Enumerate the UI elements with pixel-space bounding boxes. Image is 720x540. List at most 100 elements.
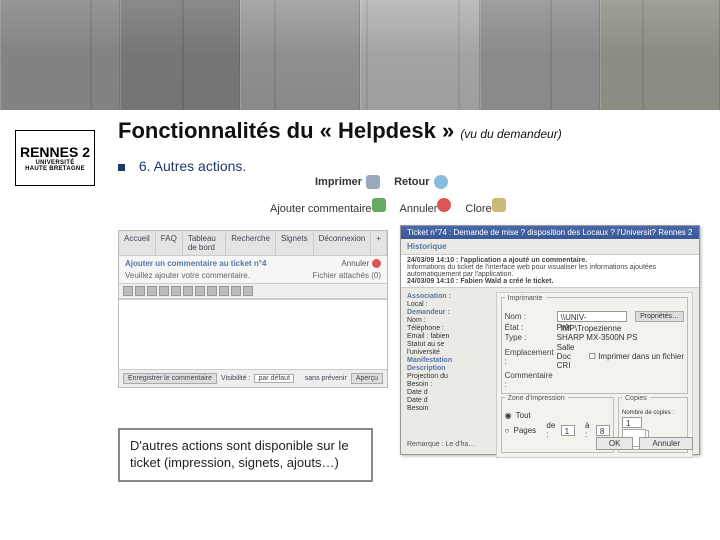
dialog-title: Ticket n°74 : Demande de mise ? disposit… xyxy=(401,226,699,239)
cancel-label: Annuler xyxy=(400,203,438,215)
tool-icon[interactable] xyxy=(159,286,169,296)
visibility-select[interactable]: par défaut xyxy=(254,374,294,383)
li-besoin: Besoin : xyxy=(407,380,490,388)
editor-heading: Ajouter un commentaire au ticket n°4 xyxy=(125,259,266,268)
cancel-icon xyxy=(372,259,381,268)
banner-photo xyxy=(120,0,240,110)
title-main: Fonctionnalités du « Helpdesk » xyxy=(118,118,454,143)
tab-dashboard[interactable]: Tableau de bord xyxy=(183,231,226,255)
dialog-body: Association : Local : Demandeur : Nom : … xyxy=(401,288,699,462)
back-label: Retour xyxy=(394,176,429,188)
visibility-label: Visibilité : xyxy=(221,375,250,382)
preview-button[interactable]: Aperçu xyxy=(351,373,383,384)
print-icon xyxy=(366,175,380,189)
tool-icon[interactable] xyxy=(219,286,229,296)
tool-icon[interactable] xyxy=(147,286,157,296)
copies-label: Nombre de copies : xyxy=(622,410,684,416)
li-proj: Projection du xyxy=(407,372,490,380)
tool-icon[interactable] xyxy=(195,286,205,296)
tab-faq[interactable]: FAQ xyxy=(156,231,183,255)
tab-search[interactable]: Recherche xyxy=(226,231,276,255)
li-local: Local : xyxy=(407,300,490,308)
actions-mid: Ajouter commentaire Annuler Clore xyxy=(270,198,506,215)
logo-line2: 2 xyxy=(82,144,90,160)
radio-pages[interactable]: ○ Pages de :1 à :8 xyxy=(505,421,610,439)
actions-top: Imprimer Retour xyxy=(315,175,448,189)
plus-icon xyxy=(372,198,386,212)
tool-icon[interactable] xyxy=(123,286,133,296)
page-from-input[interactable]: 1 xyxy=(561,425,575,436)
dialog-log: 24/03/09 14:10 : l'application a ajouté … xyxy=(401,255,699,288)
ticket-details: Association : Local : Demandeur : Nom : … xyxy=(407,292,490,458)
close-action[interactable]: Clore xyxy=(465,198,505,215)
banner-photo xyxy=(240,0,360,110)
logo-line1: RENNES xyxy=(20,144,78,160)
emp-value: Salle Doc CRI xyxy=(557,343,581,370)
cancel-action[interactable]: Annuler xyxy=(400,198,452,215)
emp-label: Emplacement : xyxy=(505,348,553,366)
printer-select[interactable]: \\UNIV-IMP\Tropezienne xyxy=(557,311,627,322)
radio-all[interactable]: ◉ Tout xyxy=(505,411,610,420)
etat-label: État : xyxy=(505,323,553,332)
print-panel: Imprimante Nom :\\UNIV-IMP\TropeziennePr… xyxy=(496,292,693,458)
slide-title: Fonctionnalités du « Helpdesk » (vu du d… xyxy=(118,118,710,144)
sec-manif: Manifestation xyxy=(407,356,490,364)
print-dialog: Ticket n°74 : Demande de mise ? disposit… xyxy=(400,225,700,455)
editor-prompt: Veuillez ajouter votre commentaire. xyxy=(125,271,250,280)
save-comment-button[interactable]: Enregistrer le commentaire xyxy=(123,373,217,384)
log-line-1b: Informations du ticket de l'interface we… xyxy=(407,264,693,278)
banner-photo xyxy=(480,0,600,110)
copies-input[interactable]: 1 xyxy=(622,417,642,428)
content: Fonctionnalités du « Helpdesk » (vu du d… xyxy=(118,118,710,174)
log-line-1: 24/03/09 14:10 : l'application a ajouté … xyxy=(407,257,587,264)
li-date1: Date d xyxy=(407,388,490,396)
back-action[interactable]: Retour xyxy=(394,175,447,189)
logo-rennes2: RENNES 2 UNIVERSITÉ HAUTE BRETAGNE xyxy=(15,130,95,186)
li-besoin2: Besoin xyxy=(407,404,490,412)
tab-plus[interactable]: + xyxy=(371,231,387,255)
page-to-input[interactable]: 8 xyxy=(596,425,610,436)
back-icon xyxy=(434,175,448,189)
comment-editor: Accueil FAQ Tableau de bord Recherche Si… xyxy=(118,230,388,388)
editor-cancel[interactable]: Annuler xyxy=(341,259,381,268)
tab-logout[interactable]: Déconnexion xyxy=(314,231,372,255)
log-line-2: 24/03/09 14:10 : Fabien Wald a créé le t… xyxy=(407,278,553,285)
sec-desc: Description xyxy=(407,364,490,372)
tab-accueil[interactable]: Accueil xyxy=(119,231,156,255)
li-tel: Téléphone : xyxy=(407,324,490,332)
li-date2: Date d xyxy=(407,396,490,404)
li-univ: l'université xyxy=(407,348,490,356)
banner-photo xyxy=(600,0,720,110)
tool-icon[interactable] xyxy=(231,286,241,296)
editor-toolbar xyxy=(119,283,387,299)
zone-title: Zone d'impression xyxy=(505,395,568,402)
printer-group-title: Imprimante xyxy=(505,295,546,302)
tool-icon[interactable] xyxy=(135,286,145,296)
li-email: Email : fabien xyxy=(407,332,490,340)
properties-button[interactable]: Propriétés… xyxy=(635,311,684,322)
type-value: SHARP MX-3500N PS xyxy=(557,333,684,342)
print-action[interactable]: Imprimer xyxy=(315,175,380,189)
dialog-footer: OK Annuler xyxy=(596,437,693,450)
editor-tabs: Accueil FAQ Tableau de bord Recherche Si… xyxy=(119,231,387,256)
print-label: Imprimer xyxy=(315,176,362,188)
comment-textarea[interactable] xyxy=(119,299,387,369)
tool-icon[interactable] xyxy=(183,286,193,296)
tool-icon[interactable] xyxy=(207,286,217,296)
banner-photo xyxy=(360,0,480,110)
add-comment-action[interactable]: Ajouter commentaire xyxy=(270,198,386,215)
dialog-historique: Historique xyxy=(401,239,699,255)
editor-attach[interactable]: Fichier attachés (0) xyxy=(313,271,381,280)
ok-button[interactable]: OK xyxy=(596,437,634,450)
bullet-text: 6. Autres actions. xyxy=(139,158,246,174)
cancel-button[interactable]: Annuler xyxy=(639,437,693,450)
dialog-remark: Remarque : Le d'ha… xyxy=(407,441,475,448)
tab-bookmarks[interactable]: Signets xyxy=(276,231,314,255)
close-label: Clore xyxy=(465,203,491,215)
sec-demandeur: Demandeur : xyxy=(407,308,490,316)
tool-icon[interactable] xyxy=(243,286,253,296)
com-label: Commentaire : xyxy=(505,371,553,389)
tool-icon[interactable] xyxy=(171,286,181,296)
banner-photos xyxy=(0,0,720,110)
print-to-file[interactable]: ☐ Imprimer dans un fichier xyxy=(589,352,684,361)
